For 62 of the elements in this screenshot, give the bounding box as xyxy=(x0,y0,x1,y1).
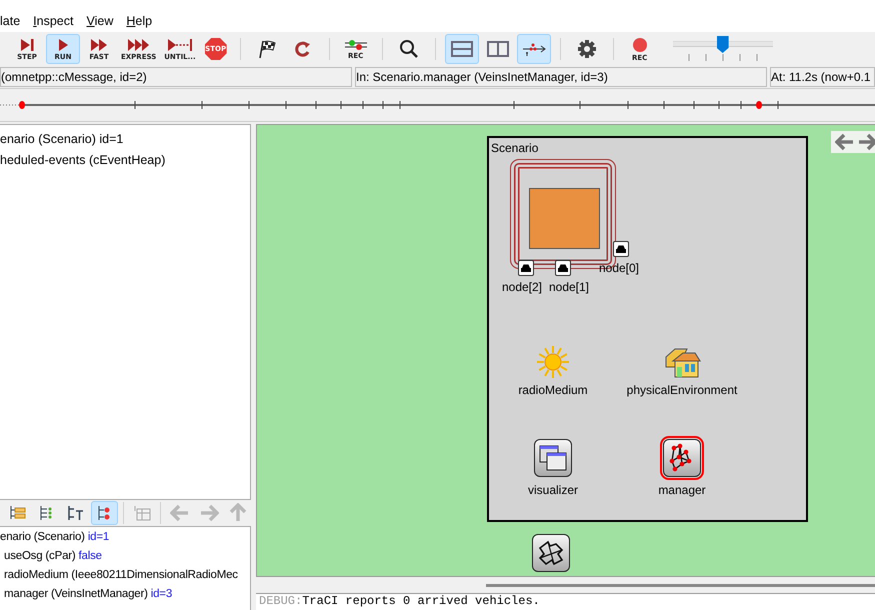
submodule-label: radioMedium xyxy=(518,383,588,397)
triple-forward-icon xyxy=(126,38,151,52)
refresh-icon xyxy=(294,40,312,58)
checkered-flag-icon xyxy=(256,39,277,59)
run-until-icon xyxy=(166,38,193,52)
log-message: TraCI reports 0 arrived vehicles. xyxy=(302,594,540,608)
tree-item[interactable]: heduled-events (cEventHeap) xyxy=(0,150,250,171)
tree-item[interactable]: enario (Scenario) id=1 xyxy=(0,129,250,150)
puzzle-icon xyxy=(536,538,566,568)
text-list-icon xyxy=(66,505,84,521)
split-columns-icon xyxy=(486,41,509,57)
submodule-icon[interactable] xyxy=(532,534,570,572)
scrollbar[interactable] xyxy=(486,584,875,586)
inspector-row[interactable]: radioMedium (Ieee80211DimensionalRadioMec xyxy=(0,566,250,585)
car-icon[interactable] xyxy=(518,260,534,276)
status-field: In: Scenario.manager (VeinsInetManager, id=3) xyxy=(355,67,767,87)
submodule-label: visualizer xyxy=(528,483,578,497)
flat-view-button[interactable] xyxy=(90,501,118,525)
inspector-row[interactable]: enario (Scenario) id=1 xyxy=(0,528,250,547)
playground-area xyxy=(529,188,600,249)
traffic-lights-icon xyxy=(344,38,368,50)
search-icon xyxy=(398,39,419,59)
log-level: DEBUG: xyxy=(259,594,302,608)
fast-forward-icon xyxy=(90,38,108,52)
menu-item[interactable]: late xyxy=(0,14,20,28)
windows-icon xyxy=(539,445,567,471)
inspector-row[interactable]: useOsg (cPar) false xyxy=(0,547,250,566)
back-arrow-icon xyxy=(170,504,190,522)
step-icon xyxy=(20,38,34,52)
inspector-row[interactable]: manager (VeinsInetManager) id=3 xyxy=(0,585,250,604)
menu-item[interactable]: View xyxy=(86,14,114,28)
up-arrow-icon xyxy=(228,503,247,523)
car-icon[interactable] xyxy=(613,241,629,257)
list-view-icon xyxy=(38,505,54,521)
forward-arrow-icon xyxy=(857,133,875,151)
back-arrow-icon xyxy=(835,133,853,151)
timeline-icon xyxy=(520,41,547,57)
flat-view-icon xyxy=(96,505,112,521)
table-icon xyxy=(132,505,151,521)
forward-arrow-icon xyxy=(198,504,219,522)
submodule-label: physicalEnvironment xyxy=(626,383,738,397)
menu-item[interactable]: Inspect xyxy=(33,14,74,28)
sun-icon xyxy=(536,345,570,379)
node-label: node[1] xyxy=(548,280,590,294)
play-icon xyxy=(57,38,69,52)
split-rows-button[interactable] xyxy=(444,34,479,64)
status-field: At: 11.2s (now+0.1 xyxy=(770,67,875,87)
slider-thumb[interactable] xyxy=(716,36,729,53)
node-label: node[2] xyxy=(502,280,542,294)
menu-item[interactable]: Help xyxy=(126,14,152,28)
settings-icon xyxy=(576,39,597,59)
module-title: Scenario xyxy=(491,141,538,155)
submodule-icon[interactable] xyxy=(663,439,701,477)
split-rows-icon xyxy=(450,41,473,57)
record-icon xyxy=(632,36,648,52)
node-label: node[0] xyxy=(598,261,640,275)
submodule-icon[interactable] xyxy=(534,439,572,477)
submodule-label: manager xyxy=(658,483,706,497)
status-field: (omnetpp::cMessage, id=2) xyxy=(0,67,352,87)
timeline-button[interactable] xyxy=(516,34,551,64)
tree-view-icon xyxy=(8,505,26,521)
car-icon[interactable] xyxy=(555,260,571,276)
